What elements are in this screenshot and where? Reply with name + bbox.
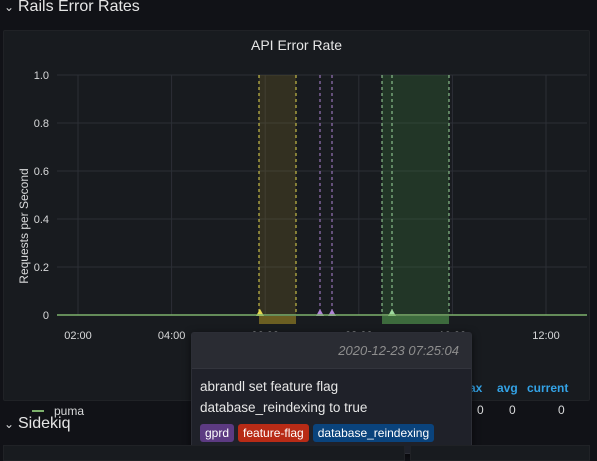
tooltip-text: abrandl set feature flag database_reinde… — [200, 379, 368, 415]
tooltip-time: 2020-12-23 07:25:04 — [192, 333, 471, 369]
sidekiq-panel-stub — [410, 445, 590, 461]
tooltip-tags: gprd feature-flag database_reindexing — [200, 424, 435, 442]
sidekiq-panel-stub — [3, 445, 405, 461]
chevron-down-icon: ⌄ — [3, 0, 15, 14]
x-tick-label: 04:00 — [158, 330, 186, 342]
legend-header-avg[interactable]: avg — [497, 381, 518, 395]
legend-value-current: 0 — [558, 403, 565, 417]
tag-feature-flag[interactable]: feature-flag — [238, 424, 309, 442]
annotation-tooltip: 2020-12-23 07:25:04 abrandl set feature … — [191, 332, 472, 454]
y-tick-label: 0.2 — [34, 262, 49, 274]
y-tick-label: 0.4 — [34, 214, 49, 226]
y-tick-label: 0.8 — [34, 118, 49, 130]
legend-header-current[interactable]: current — [527, 381, 568, 395]
series-swatch — [32, 410, 44, 412]
row-title: Rails Error Rates — [18, 0, 140, 15]
x-tick-label: 12:00 — [532, 330, 560, 342]
annotation-bar — [259, 316, 296, 324]
tag-gprd[interactable]: gprd — [200, 424, 235, 442]
chevron-down-icon: ⌄ — [3, 417, 15, 431]
tag-database-reindexing[interactable]: database_reindexing — [312, 424, 435, 442]
annotation-bar — [382, 316, 449, 324]
annotation-region — [259, 75, 296, 315]
row-sidekiq[interactable]: ⌄ Sidekiq — [0, 413, 71, 435]
row-rails-error-rates[interactable]: ⌄ Rails Error Rates — [0, 0, 140, 18]
row-title: Sidekiq — [18, 415, 71, 432]
x-tick-label: 02:00 — [64, 330, 92, 342]
y-tick-label: 1.0 — [34, 70, 49, 82]
legend-value-avg: 0 — [509, 403, 516, 417]
y-tick-label: 0.6 — [34, 166, 49, 178]
legend-value-max: 0 — [477, 403, 484, 417]
y-tick-label: 0 — [43, 310, 49, 322]
